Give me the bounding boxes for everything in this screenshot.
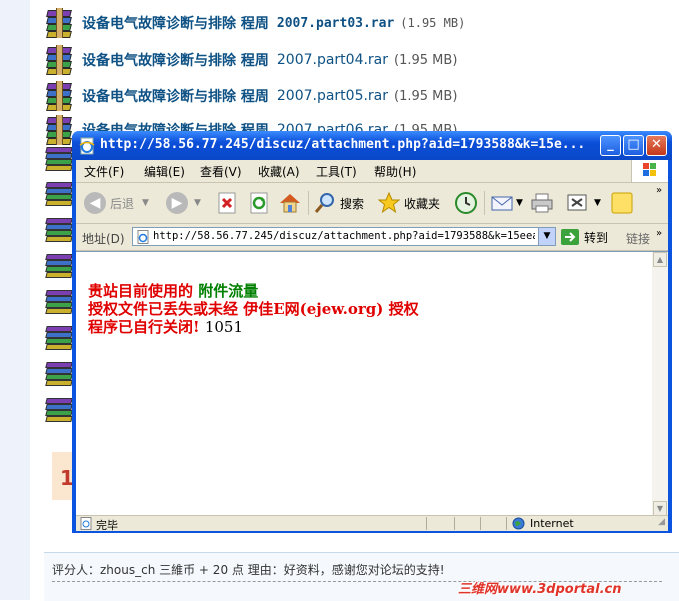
rar-archive-icon[interactable]	[44, 216, 74, 242]
forward-arrow-icon: ▶	[166, 192, 188, 214]
edit-document-icon	[567, 194, 587, 211]
mail-dropdown-icon[interactable]: ▼	[516, 198, 523, 208]
back-button[interactable]: ◀ 后退 ▼	[84, 189, 149, 217]
go-arrow-icon	[561, 229, 579, 245]
page-status-icon	[80, 517, 92, 530]
error-message: 贵站目前使用的 附件流量 授权文件已丢失或未经 伊佳E网(ejew.org) 授…	[88, 282, 419, 336]
msg-line3-number: 1051	[204, 318, 244, 336]
msg-line2: 授权文件已丢失或未经 伊佳E网(ejew.org) 授权	[88, 300, 419, 318]
browser-title: http://58.56.77.245/discuz/attachment.ph…	[100, 137, 586, 152]
refresh-icon	[250, 192, 268, 214]
address-input[interactable]: http://58.56.77.245/discuz/attachment.ph…	[132, 227, 556, 246]
mail-button[interactable]: ▼	[490, 189, 523, 217]
attachment-size: (1.95 MB)	[394, 88, 458, 104]
note-icon	[611, 192, 633, 214]
rar-archive-icon[interactable]	[44, 252, 74, 278]
address-label: 地址(D)	[82, 232, 125, 246]
rar-archive-icon[interactable]	[44, 145, 74, 171]
watermark: 三维网www.3dportal.cn	[458, 582, 622, 597]
rar-archive-icon	[44, 81, 78, 111]
msg-line3-red: 程序已自行关闭!	[88, 318, 200, 336]
rar-archive-icon[interactable]	[44, 360, 74, 386]
menu-view[interactable]: 查看(V)	[200, 163, 242, 180]
msg-line1-red: 贵站目前使用的	[88, 282, 194, 300]
attachment-title[interactable]: 设备电气故障诊断与排除 程周	[82, 86, 269, 106]
rar-archive-icon[interactable]	[44, 180, 74, 206]
rar-archive-icon[interactable]	[44, 324, 74, 350]
attachment-size: (1.95 MB)	[400, 16, 466, 30]
star-icon	[378, 192, 400, 214]
ie-page-icon	[79, 137, 95, 155]
address-bar: 地址(D) http://58.56.77.245/discuz/attachm…	[76, 224, 668, 251]
go-button[interactable]: 转到	[560, 227, 608, 247]
scroll-up-icon[interactable]: ▲	[653, 252, 667, 267]
mail-icon	[491, 196, 513, 211]
standard-toolbar: ◀ 后退 ▼ ▶ ▼ 搜索 收藏夹 ▼ ▼ »	[76, 183, 668, 224]
stop-icon	[218, 192, 236, 214]
page-content: 贵站目前使用的 附件流量 授权文件已丢失或未经 伊佳E网(ejew.org) 授…	[76, 251, 652, 516]
attachment-filename[interactable]: 2007.part04.rar	[277, 52, 388, 68]
browser-titlebar[interactable]: http://58.56.77.245/discuz/attachment.ph…	[72, 131, 672, 160]
status-bar: 完毕 Internet ◢	[76, 515, 668, 532]
scroll-down-icon[interactable]: ▼	[653, 501, 667, 516]
menu-file[interactable]: 文件(F)	[84, 163, 124, 180]
close-button[interactable]: ✕	[646, 135, 667, 156]
vertical-scrollbar[interactable]: ▲ ▼	[652, 251, 668, 516]
windows-logo-icon	[631, 160, 668, 182]
orange-block: 1	[52, 452, 74, 500]
maximize-button[interactable]: □	[623, 135, 644, 156]
menu-tools[interactable]: 工具(T)	[316, 163, 357, 180]
messenger-button[interactable]	[610, 189, 634, 217]
menu-help[interactable]: 帮助(H)	[374, 163, 416, 180]
minimize-button[interactable]: _	[600, 135, 621, 156]
rating-text: 评分人：zhous_ch 三維币 + 20 点 理由：好资料，感谢您对论坛的支持…	[52, 563, 445, 577]
attachment-title[interactable]: 设备电气故障诊断与排除 程周	[82, 50, 269, 70]
msg-line1-green: 附件流量	[198, 282, 259, 300]
attachment-title[interactable]: 设备电气故障诊断与排除 程周	[82, 13, 269, 33]
rar-archive-icon	[44, 8, 78, 38]
address-dropdown-icon[interactable]: ▼	[538, 228, 555, 245]
edit-dropdown-icon[interactable]: ▼	[594, 198, 601, 208]
stop-button[interactable]	[216, 189, 238, 217]
forward-button[interactable]: ▶ ▼	[166, 189, 201, 217]
search-button[interactable]: 搜索	[314, 189, 364, 217]
menu-favorites[interactable]: 收藏(A)	[258, 163, 300, 180]
attachment-filename[interactable]: 2007.part05.rar	[277, 88, 388, 104]
page-icon	[137, 230, 149, 244]
history-icon	[455, 192, 477, 214]
home-icon	[280, 194, 300, 213]
print-button[interactable]	[530, 189, 554, 217]
edit-button[interactable]: ▼	[566, 189, 601, 217]
internet-zone-icon	[512, 517, 525, 530]
search-icon	[314, 193, 334, 213]
attachment-size: (1.95 MB)	[394, 52, 458, 68]
attachment-row[interactable]: 设备电气故障诊断与排除 程周 2007.part03.rar (1.95 MB)	[44, 6, 465, 40]
attachment-row[interactable]: 设备电气故障诊断与排除 程周 2007.part05.rar (1.95 MB)	[44, 79, 457, 113]
browser-body: 文件(F) 编辑(E) 查看(V) 收藏(A) 工具(T) 帮助(H) ◀ 后退…	[76, 160, 668, 532]
resize-grip-icon[interactable]: ◢	[658, 517, 665, 527]
browser-window: http://58.56.77.245/discuz/attachment.ph…	[72, 131, 672, 533]
printer-icon	[531, 193, 553, 213]
rar-archive-icon[interactable]	[44, 288, 74, 314]
menu-edit[interactable]: 编辑(E)	[144, 163, 185, 180]
refresh-button[interactable]	[248, 189, 270, 217]
favorites-button[interactable]: 收藏夹	[378, 189, 440, 217]
menu-bar: 文件(F) 编辑(E) 查看(V) 收藏(A) 工具(T) 帮助(H)	[76, 160, 668, 183]
history-button[interactable]	[454, 189, 478, 217]
links-overflow-icon[interactable]: »	[656, 228, 662, 239]
attachment-filename[interactable]: 2007.part03.rar	[277, 16, 394, 31]
status-text: 完毕	[96, 519, 118, 532]
home-button[interactable]	[278, 189, 302, 217]
back-dropdown-icon[interactable]: ▼	[142, 198, 149, 208]
rar-archive-icon	[44, 45, 78, 75]
page-left-margin	[0, 0, 30, 600]
zone-label: Internet	[530, 517, 574, 530]
rar-archive-icon[interactable]	[44, 396, 74, 422]
links-toolbar[interactable]: 链接	[626, 230, 650, 247]
attachment-row[interactable]: 设备电气故障诊断与排除 程周 2007.part04.rar (1.95 MB)	[44, 43, 457, 77]
forward-dropdown-icon[interactable]: ▼	[194, 198, 201, 208]
back-arrow-icon: ◀	[84, 192, 106, 214]
toolbar-overflow-icon[interactable]: »	[656, 185, 662, 196]
address-url[interactable]: http://58.56.77.245/discuz/attachment.ph…	[153, 230, 535, 242]
